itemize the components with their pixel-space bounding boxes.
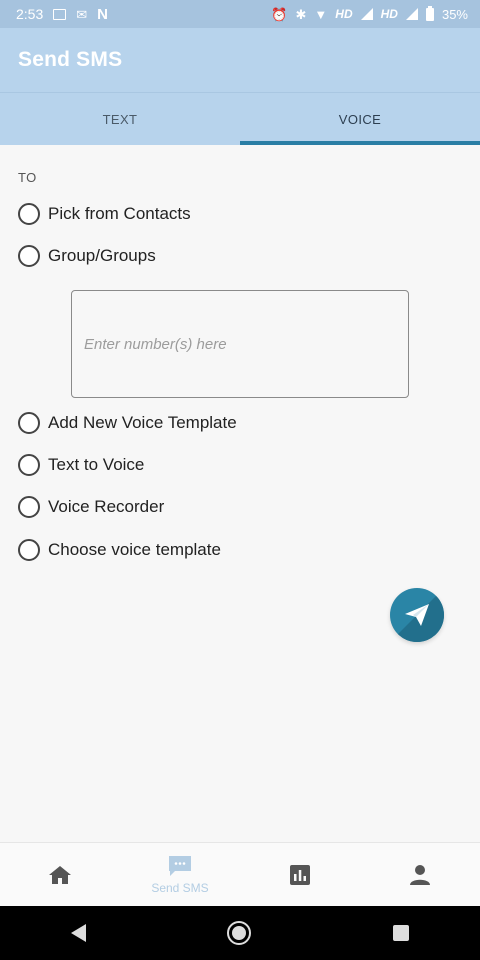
option-add-new-voice-template[interactable]: Add New Voice Template bbox=[18, 412, 237, 434]
network-hd-2: HD bbox=[380, 7, 398, 21]
page-title: Send SMS bbox=[18, 48, 123, 71]
option-text-to-voice[interactable]: Text to Voice bbox=[18, 454, 144, 476]
message-icon bbox=[169, 856, 191, 876]
home-button-icon[interactable] bbox=[227, 921, 252, 945]
option-label: Add New Voice Template bbox=[48, 413, 237, 432]
option-label: Pick from Contacts bbox=[48, 204, 191, 223]
numbers-field[interactable] bbox=[71, 290, 409, 398]
radio-button[interactable] bbox=[18, 454, 40, 476]
option-label: Group/Groups bbox=[48, 246, 156, 265]
image-notification-icon bbox=[53, 8, 67, 20]
tab-text[interactable]: TEXT bbox=[0, 93, 240, 145]
system-navigation-bar bbox=[0, 906, 480, 960]
app-notification-icon: ✉ bbox=[76, 6, 88, 22]
network-hd-1: HD bbox=[335, 7, 353, 21]
option-group-groups[interactable]: Group/Groups bbox=[18, 245, 156, 267]
option-label: Voice Recorder bbox=[48, 497, 165, 516]
send-icon bbox=[405, 604, 429, 626]
wifi-icon: ▼ bbox=[314, 6, 328, 22]
option-label: Text to Voice bbox=[48, 455, 145, 474]
option-choose-voice-template[interactable]: Choose voice template bbox=[18, 539, 221, 561]
chart-icon bbox=[290, 864, 310, 885]
home-icon bbox=[49, 865, 71, 884]
radio-button[interactable] bbox=[18, 245, 40, 267]
netflix-notification-icon: N bbox=[97, 5, 108, 23]
nav-home[interactable] bbox=[0, 843, 120, 906]
recents-icon[interactable] bbox=[393, 925, 410, 941]
battery-level: 35% bbox=[441, 6, 468, 22]
tab-voice[interactable]: VOICE bbox=[240, 93, 480, 145]
person-icon bbox=[410, 864, 430, 885]
option-pick-from-contacts[interactable]: Pick from Contacts bbox=[18, 203, 191, 225]
send-button[interactable] bbox=[390, 588, 444, 642]
option-label: Choose voice template bbox=[48, 540, 221, 559]
tab-bar: TEXT VOICE bbox=[0, 92, 480, 145]
signal-icon bbox=[360, 8, 373, 20]
radio-button[interactable] bbox=[18, 539, 40, 561]
signal-icon-2 bbox=[405, 8, 418, 20]
battery-icon bbox=[425, 5, 434, 21]
to-label: TO bbox=[18, 170, 37, 185]
nav-reports[interactable] bbox=[240, 843, 360, 906]
radio-button[interactable] bbox=[18, 203, 40, 225]
bottom-navigation: Send SMS bbox=[0, 842, 480, 906]
tab-voice-label: VOICE bbox=[338, 111, 382, 127]
alarm-icon: ⏰ bbox=[271, 6, 288, 22]
back-icon[interactable] bbox=[70, 924, 86, 942]
status-time: 2:53 bbox=[16, 6, 44, 22]
status-bar: 2:53 ✉ N ⏰ ✱ ▼ HD HD 35% bbox=[0, 0, 480, 28]
voice-form: TO Pick from Contacts Group/Groups Add N… bbox=[0, 145, 480, 842]
nav-send-sms-label: Send SMS bbox=[151, 881, 209, 895]
option-voice-recorder[interactable]: Voice Recorder bbox=[18, 496, 164, 518]
tab-text-label: TEXT bbox=[102, 111, 138, 127]
radio-button[interactable] bbox=[18, 496, 40, 518]
radio-button[interactable] bbox=[18, 412, 40, 434]
nav-send-sms[interactable]: Send SMS bbox=[120, 843, 240, 906]
bluetooth-icon: ✱ bbox=[295, 6, 307, 22]
numbers-input[interactable] bbox=[84, 335, 408, 353]
app-bar: Send SMS bbox=[0, 28, 480, 92]
nav-profile[interactable] bbox=[360, 843, 480, 906]
